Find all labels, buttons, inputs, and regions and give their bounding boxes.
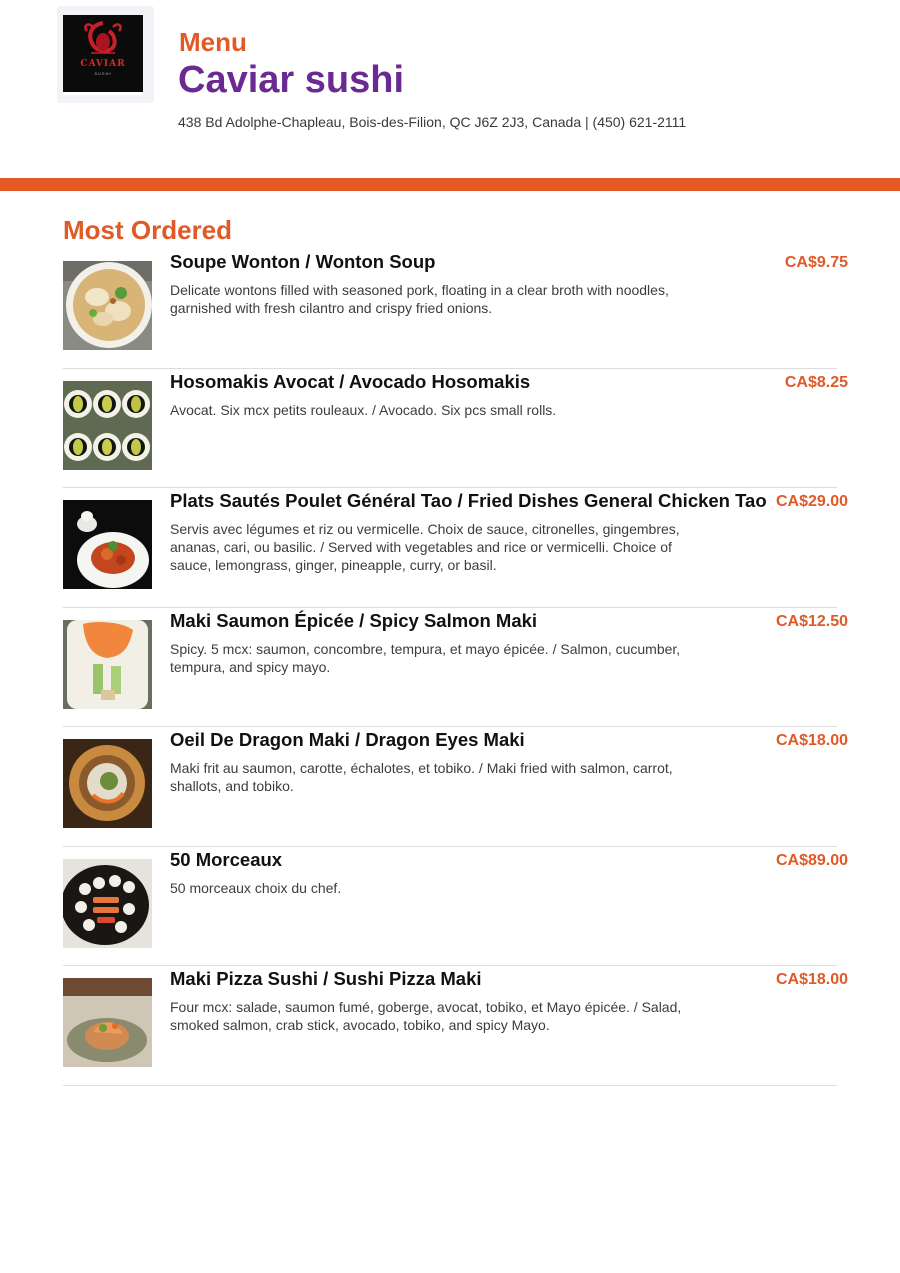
item-name: Maki Pizza Sushi / Sushi Pizza Maki	[170, 968, 482, 989]
item-name: Hosomakis Avocat / Avocado Hosomakis	[170, 370, 531, 392]
sushi-pizza-photo	[63, 978, 152, 1067]
menu-item[interactable]: Hosomakis Avocat / Avocado Hosomakis CA$…	[63, 369, 848, 488]
menu-item[interactable]: Plats Sautés Poulet Général Tao / Fried …	[63, 488, 848, 608]
menu-item[interactable]: 50 Morceaux CA$89.00 50 morceaux choix d…	[63, 847, 848, 966]
wonton-soup-photo	[63, 261, 152, 350]
item-name: Maki Saumon Épicée / Spicy Salmon Maki	[170, 609, 538, 631]
logo-text: CAVIAR	[80, 59, 126, 69]
spicy-salmon-maki-photo	[63, 619, 152, 709]
item-price: CA$12.50	[775, 612, 848, 630]
item-description: Servis avec légumes et riz ou vermicelle…	[170, 521, 680, 573]
menu-items-list: Soupe Wonton / Wonton Soup CA$9.75 Delic…	[63, 249, 848, 1086]
menu-item[interactable]: Maki Pizza Sushi / Sushi Pizza Maki CA$1…	[63, 966, 848, 1086]
header-divider	[0, 178, 900, 191]
logo-subtext: SUSHI	[94, 71, 112, 76]
item-price: CA$29.00	[775, 493, 848, 510]
restaurant-logo: CAVIAR SUSHI	[63, 15, 143, 95]
menu-item[interactable]: Soupe Wonton / Wonton Soup CA$9.75 Delic…	[63, 249, 848, 369]
lobster-logo-icon	[63, 15, 143, 95]
general-tao-photo	[63, 500, 152, 589]
item-name: 50 Morceaux	[170, 848, 283, 870]
menu-header: CAVIAR SUSHI Menu Caviar sushi 438 Bd Ad…	[0, 0, 900, 178]
menu-label: Menu	[179, 27, 247, 57]
item-name: Oeil De Dragon Maki / Dragon Eyes Maki	[170, 729, 525, 750]
item-description: Maki frit au saumon, carotte, échalotes,…	[170, 760, 673, 794]
restaurant-name: Caviar sushi	[178, 59, 404, 101]
item-price: CA$9.75	[784, 254, 848, 271]
item-name: Plats Sautés Poulet Général Tao / Fried …	[170, 490, 767, 511]
item-description: Avocat. Six mcx petits rouleaux. / Avoca…	[170, 401, 557, 418]
item-description: Delicate wontons filled with seasoned po…	[170, 282, 669, 316]
restaurant-address: 438 Bd Adolphe-Chapleau, Bois-des-Filion…	[178, 114, 687, 130]
menu-item[interactable]: Maki Saumon Épicée / Spicy Salmon Maki C…	[63, 608, 848, 727]
item-description: 50 morceaux choix du chef.	[170, 879, 342, 896]
logo-underline	[63, 92, 143, 95]
dragon-eyes-maki-photo	[63, 739, 152, 828]
item-price: CA$89.00	[775, 851, 848, 869]
logo-frame: CAVIAR SUSHI	[57, 6, 154, 103]
item-name: Soupe Wonton / Wonton Soup	[170, 251, 436, 272]
item-description: Spicy. 5 mcx: saumon, concombre, tempura…	[170, 640, 681, 675]
item-description: Four mcx: salade, saumon fumé, goberge, …	[170, 999, 682, 1033]
sushi-platter-photo	[63, 858, 152, 948]
item-price: CA$18.00	[775, 971, 848, 988]
menu-item[interactable]: Oeil De Dragon Maki / Dragon Eyes Maki C…	[63, 727, 848, 847]
section-title: Most Ordered	[63, 215, 233, 245]
avocado-hosomaki-photo	[63, 380, 152, 470]
item-price: CA$8.25	[784, 373, 848, 391]
item-price: CA$18.00	[775, 732, 848, 749]
